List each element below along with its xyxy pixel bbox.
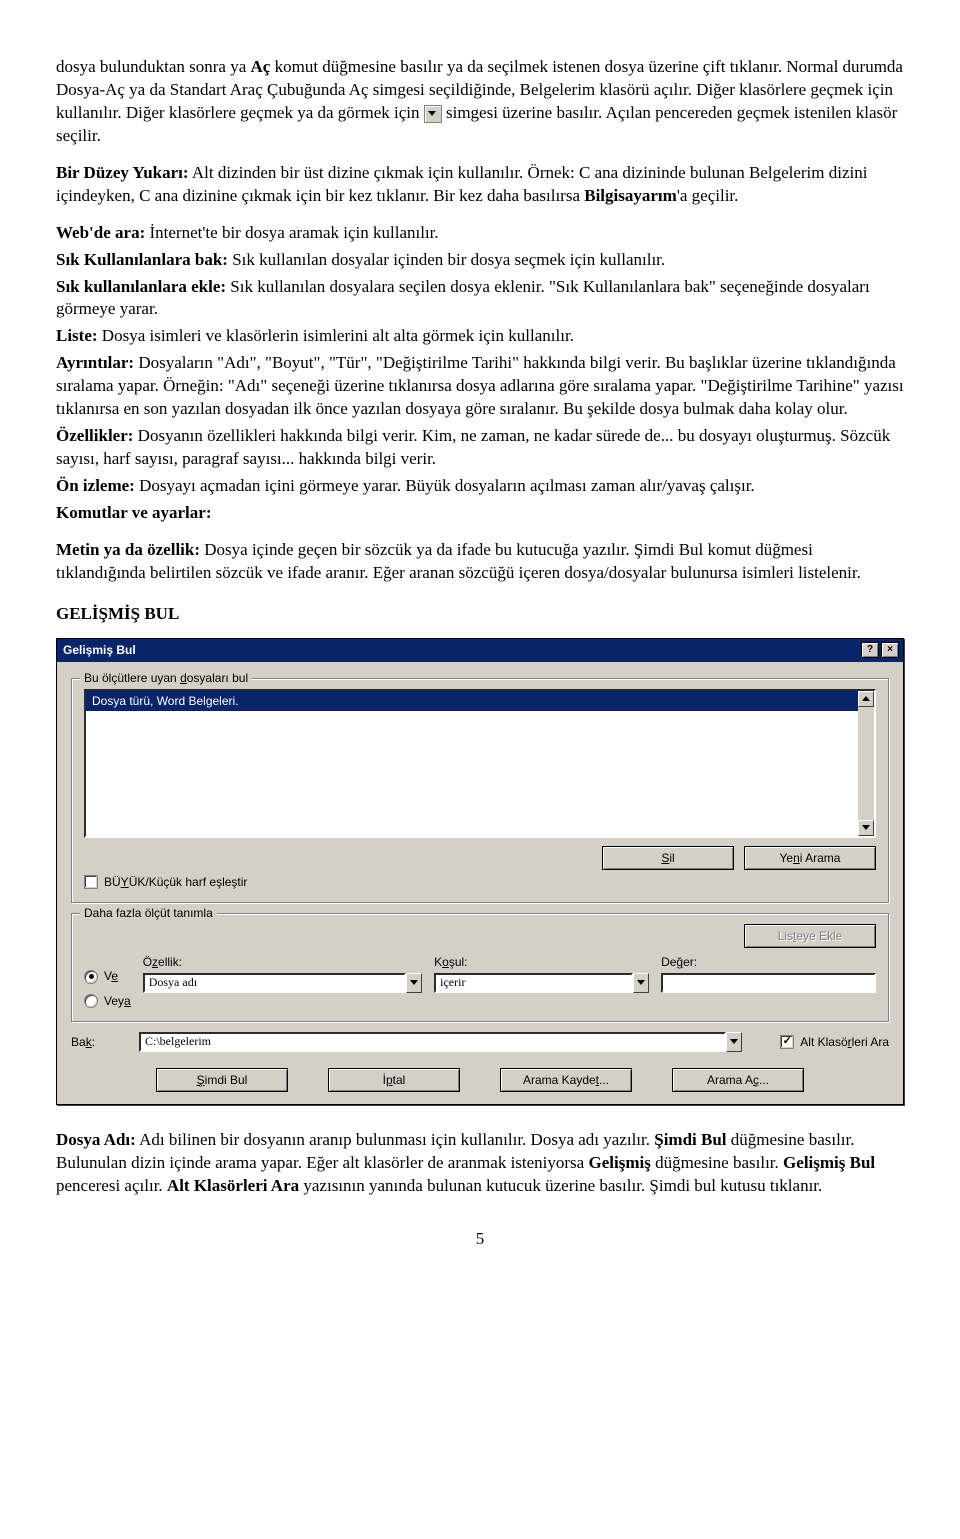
- paragraph-ozellikler: Özellikler: Dosyanın özellikleri hakkınd…: [56, 425, 904, 471]
- find-now-button[interactable]: Şimdi Bul: [156, 1068, 288, 1092]
- page-number: 5: [56, 1228, 904, 1251]
- help-button[interactable]: ?: [861, 642, 879, 658]
- value-label: Değer:: [661, 954, 876, 970]
- open-search-button[interactable]: Arama Aç...: [672, 1068, 804, 1092]
- scroll-down-icon[interactable]: [858, 820, 874, 836]
- scrollbar[interactable]: [858, 691, 874, 836]
- paragraph-metin: Metin ya da özellik: Dosya içinde geçen …: [56, 539, 904, 585]
- look-in-label: Bak:: [71, 1034, 131, 1050]
- new-search-button[interactable]: Yeni Arama: [744, 846, 876, 870]
- property-combo[interactable]: [143, 973, 422, 993]
- value-input[interactable]: [661, 973, 876, 993]
- criteria-row[interactable]: Dosya türü, Word Belgeleri.: [86, 691, 874, 711]
- paragraph-sik-bak: Sık Kullanılanlara bak: Sık kullanılan d…: [56, 249, 904, 272]
- more-criteria-title: Daha fazla ölçüt tanımla: [80, 905, 217, 921]
- search-subfolders-checkbox[interactable]: Alt Klasörleri Ara: [780, 1034, 889, 1050]
- paragraph-komutlar: Komutlar ve ayarlar:: [56, 502, 904, 525]
- condition-combo[interactable]: [434, 973, 649, 993]
- paragraph-ayrintilar: Ayrıntılar: Dosyaların "Adı", "Boyut", "…: [56, 352, 904, 421]
- delete-button[interactable]: Sil: [602, 846, 734, 870]
- criteria-group-title: Bu ölçütlere uyan dosyaları bul: [80, 670, 252, 686]
- more-criteria-group: Daha fazla ölçüt tanımla Listeye Ekle Ve…: [71, 913, 889, 1022]
- criteria-group: Bu ölçütlere uyan dosyaları bul Dosya tü…: [71, 678, 889, 903]
- criteria-listbox[interactable]: Dosya türü, Word Belgeleri.: [84, 689, 876, 838]
- advanced-find-dialog: Gelişmiş Bul ? × Bu ölçütlere uyan dosya…: [56, 638, 904, 1105]
- paragraph-webde-ara: Web'de ara: İnternet'te bir dosya aramak…: [56, 222, 904, 245]
- paragraph-dosya-adi: Dosya Adı: Adı bilinen bir dosyanın aran…: [56, 1129, 904, 1198]
- cancel-button[interactable]: İptal: [328, 1068, 460, 1092]
- or-radio[interactable]: Veya: [84, 993, 131, 1009]
- dialog-titlebar: Gelişmiş Bul ? ×: [57, 639, 903, 662]
- property-label: Özellik:: [143, 954, 422, 970]
- heading-gelismis-bul: GELİŞMİŞ BUL: [56, 603, 904, 626]
- and-radio[interactable]: Ve: [84, 968, 131, 984]
- paragraph-sik-ekle: Sık kullanılanlara ekle: Sık kullanılan …: [56, 276, 904, 322]
- close-button[interactable]: ×: [881, 642, 899, 658]
- paragraph-liste: Liste: Dosya isimleri ve klasörlerin isi…: [56, 325, 904, 348]
- dropdown-icon: [424, 105, 442, 123]
- match-case-checkbox[interactable]: BÜYÜK/Küçük harf eşleştir: [84, 874, 247, 890]
- condition-label: Koşul:: [434, 954, 649, 970]
- paragraph-bir-duzey: Bir Düzey Yukarı: Alt dizinden bir üst d…: [56, 162, 904, 208]
- paragraph-intro: dosya bulunduktan sonra ya Aç komut düğm…: [56, 56, 904, 148]
- save-search-button[interactable]: Arama Kaydet...: [500, 1068, 632, 1092]
- scroll-up-icon[interactable]: [858, 691, 874, 707]
- add-to-list-button[interactable]: Listeye Ekle: [744, 924, 876, 948]
- look-in-combo[interactable]: [139, 1032, 742, 1052]
- paragraph-on-izleme: Ön izleme: Dosyayı açmadan içini görmeye…: [56, 475, 904, 498]
- dialog-title: Gelişmiş Bul: [63, 642, 859, 658]
